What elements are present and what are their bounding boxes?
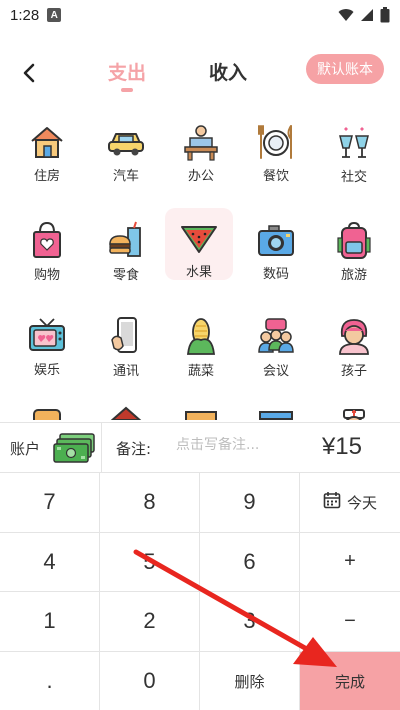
- category-children[interactable]: 孩子: [320, 306, 388, 379]
- key-7[interactable]: 7: [0, 473, 100, 533]
- category-label: 购物: [33, 268, 60, 283]
- category-label: 汽车: [112, 169, 139, 184]
- key-0[interactable]: 0: [100, 651, 200, 710]
- category-snacks[interactable]: 零食: [92, 210, 160, 283]
- wifi-icon: [338, 9, 354, 21]
- cell-signal-icon: [361, 9, 373, 21]
- account-label: 账户: [10, 440, 41, 458]
- chevron-left-icon: [23, 63, 35, 83]
- meeting-icon: [256, 316, 296, 356]
- back-button[interactable]: [14, 56, 44, 90]
- key-dot[interactable]: .: [0, 651, 100, 710]
- calendar-icon: [323, 491, 341, 513]
- sofa-icon: [27, 404, 67, 420]
- house-icon: [27, 122, 67, 161]
- notification-icon: A: [47, 8, 62, 22]
- category-meeting[interactable]: 会议: [242, 306, 310, 379]
- watermelon-icon: [179, 218, 219, 257]
- category-shopping[interactable]: 购物: [13, 210, 81, 283]
- key-5[interactable]: 5: [100, 532, 200, 592]
- battery-icon: [380, 7, 390, 23]
- category-label: 数码: [262, 267, 289, 282]
- shopping-bag-icon: [27, 220, 67, 260]
- office-icon: [181, 122, 221, 161]
- phone-icon: [106, 316, 146, 356]
- building-icon: [106, 404, 146, 420]
- books-icon: [256, 404, 296, 420]
- category-label: 娱乐: [33, 363, 60, 378]
- key-1[interactable]: 1: [0, 592, 100, 652]
- done-button[interactable]: 完成: [300, 651, 400, 710]
- category-housing[interactable]: 住房: [13, 112, 81, 184]
- category-label: 住房: [33, 169, 60, 184]
- category-entertainment[interactable]: 娱乐: [13, 306, 81, 378]
- tab-income[interactable]: 收入: [209, 58, 247, 85]
- category-dining[interactable]: 餐饮: [242, 112, 310, 184]
- category-communication[interactable]: 通讯: [92, 306, 160, 379]
- category-label: 孩子: [340, 364, 367, 379]
- divider: [101, 423, 102, 473]
- header: 支出 收入 默认账本: [0, 48, 400, 98]
- numeric-keypad: 7 8 9 今天 4 5 6 + 1 2 3 − . 0 删除 完成: [0, 472, 400, 710]
- child-icon: [334, 316, 374, 356]
- tv-icon: [27, 316, 67, 355]
- corn-icon: [181, 316, 221, 356]
- category-fruit[interactable]: 水果: [165, 208, 233, 280]
- note-label: 备注:: [116, 440, 152, 458]
- category-label: 旅游: [340, 268, 367, 283]
- social-icon: [334, 122, 374, 162]
- status-bar: 1:28 A: [0, 0, 400, 30]
- default-ledger-button[interactable]: 默认账本: [306, 54, 384, 84]
- category-home-partial[interactable]: [92, 394, 160, 420]
- key-6[interactable]: 6: [200, 532, 300, 592]
- category-books-partial[interactable]: [242, 394, 310, 420]
- key-3[interactable]: 3: [200, 592, 300, 652]
- amount-display: ¥15: [321, 433, 362, 460]
- category-label: 通讯: [112, 364, 139, 379]
- category-vegetables[interactable]: 蔬菜: [167, 306, 235, 379]
- nurse-icon: [334, 404, 374, 420]
- note-input[interactable]: [176, 437, 296, 453]
- category-label: 餐饮: [262, 169, 289, 184]
- key-8[interactable]: 8: [100, 473, 200, 533]
- date-label: 今天: [346, 493, 377, 512]
- key-4[interactable]: 4: [0, 532, 100, 592]
- backpack-icon: [334, 220, 374, 260]
- car-icon: [106, 122, 146, 161]
- category-medical-partial[interactable]: [320, 394, 388, 420]
- category-label: 办公: [187, 169, 214, 184]
- snack-icon: [106, 220, 146, 260]
- category-travel[interactable]: 旅游: [320, 210, 388, 283]
- cash-account-icon[interactable]: [52, 432, 98, 464]
- entry-info-row: 账户 备注: ¥15: [0, 422, 400, 473]
- category-label: 会议: [262, 364, 289, 379]
- category-label: 社交: [340, 170, 367, 185]
- key-2[interactable]: 2: [100, 592, 200, 652]
- category-social[interactable]: 社交: [320, 112, 388, 185]
- delete-button[interactable]: 删除: [200, 651, 300, 710]
- category-label: 零食: [112, 268, 139, 283]
- category-office[interactable]: 办公: [167, 112, 235, 184]
- category-label: 水果: [185, 265, 212, 280]
- camera-icon: [256, 220, 296, 259]
- key-minus[interactable]: −: [300, 592, 400, 652]
- key-9[interactable]: 9: [200, 473, 300, 533]
- category-grid: 住房 汽车 办公 餐饮 社交 购物 零食 水果 数码 旅游 娱乐 通讯 蔬菜 会…: [0, 112, 400, 420]
- category-label: 蔬菜: [187, 364, 214, 379]
- date-button[interactable]: 今天: [300, 473, 400, 533]
- active-tab-indicator: [121, 88, 133, 92]
- category-furniture-partial[interactable]: [13, 394, 81, 420]
- category-store-partial[interactable]: [167, 394, 235, 420]
- category-digital[interactable]: 数码: [242, 210, 310, 282]
- dining-icon: [256, 122, 296, 161]
- tab-expense[interactable]: 支出: [108, 58, 146, 85]
- category-car[interactable]: 汽车: [92, 112, 160, 184]
- store-icon: [181, 404, 221, 420]
- key-plus[interactable]: +: [300, 532, 400, 592]
- status-time: 1:28: [10, 6, 40, 24]
